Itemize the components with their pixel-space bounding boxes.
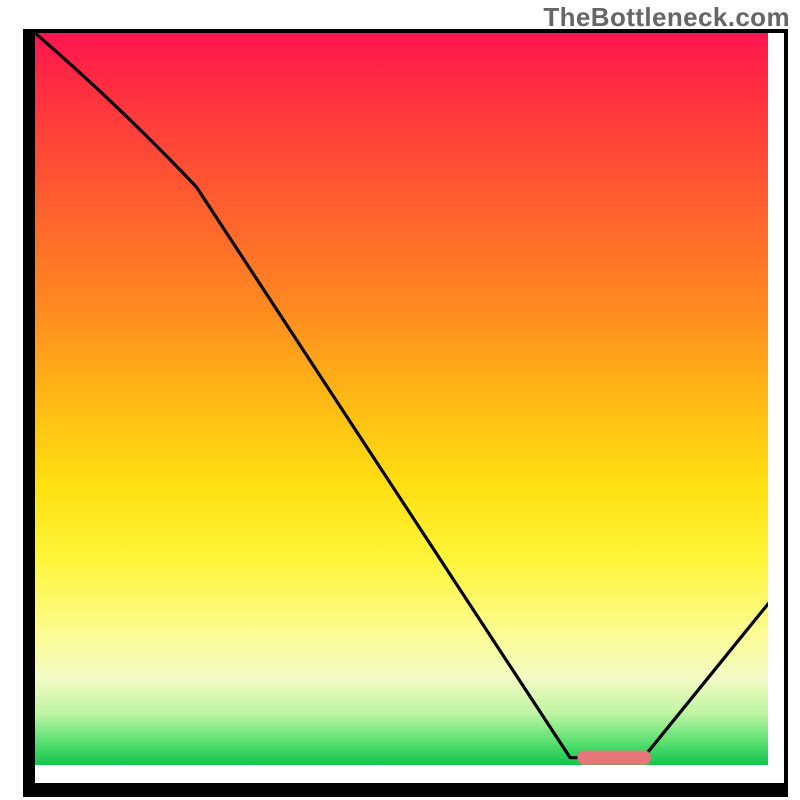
curve-layer	[35, 33, 768, 765]
bottleneck-line	[35, 33, 768, 758]
plot-area	[35, 33, 768, 765]
chart-root: TheBottleneck.com	[0, 0, 800, 800]
optimal-marker	[577, 751, 650, 765]
